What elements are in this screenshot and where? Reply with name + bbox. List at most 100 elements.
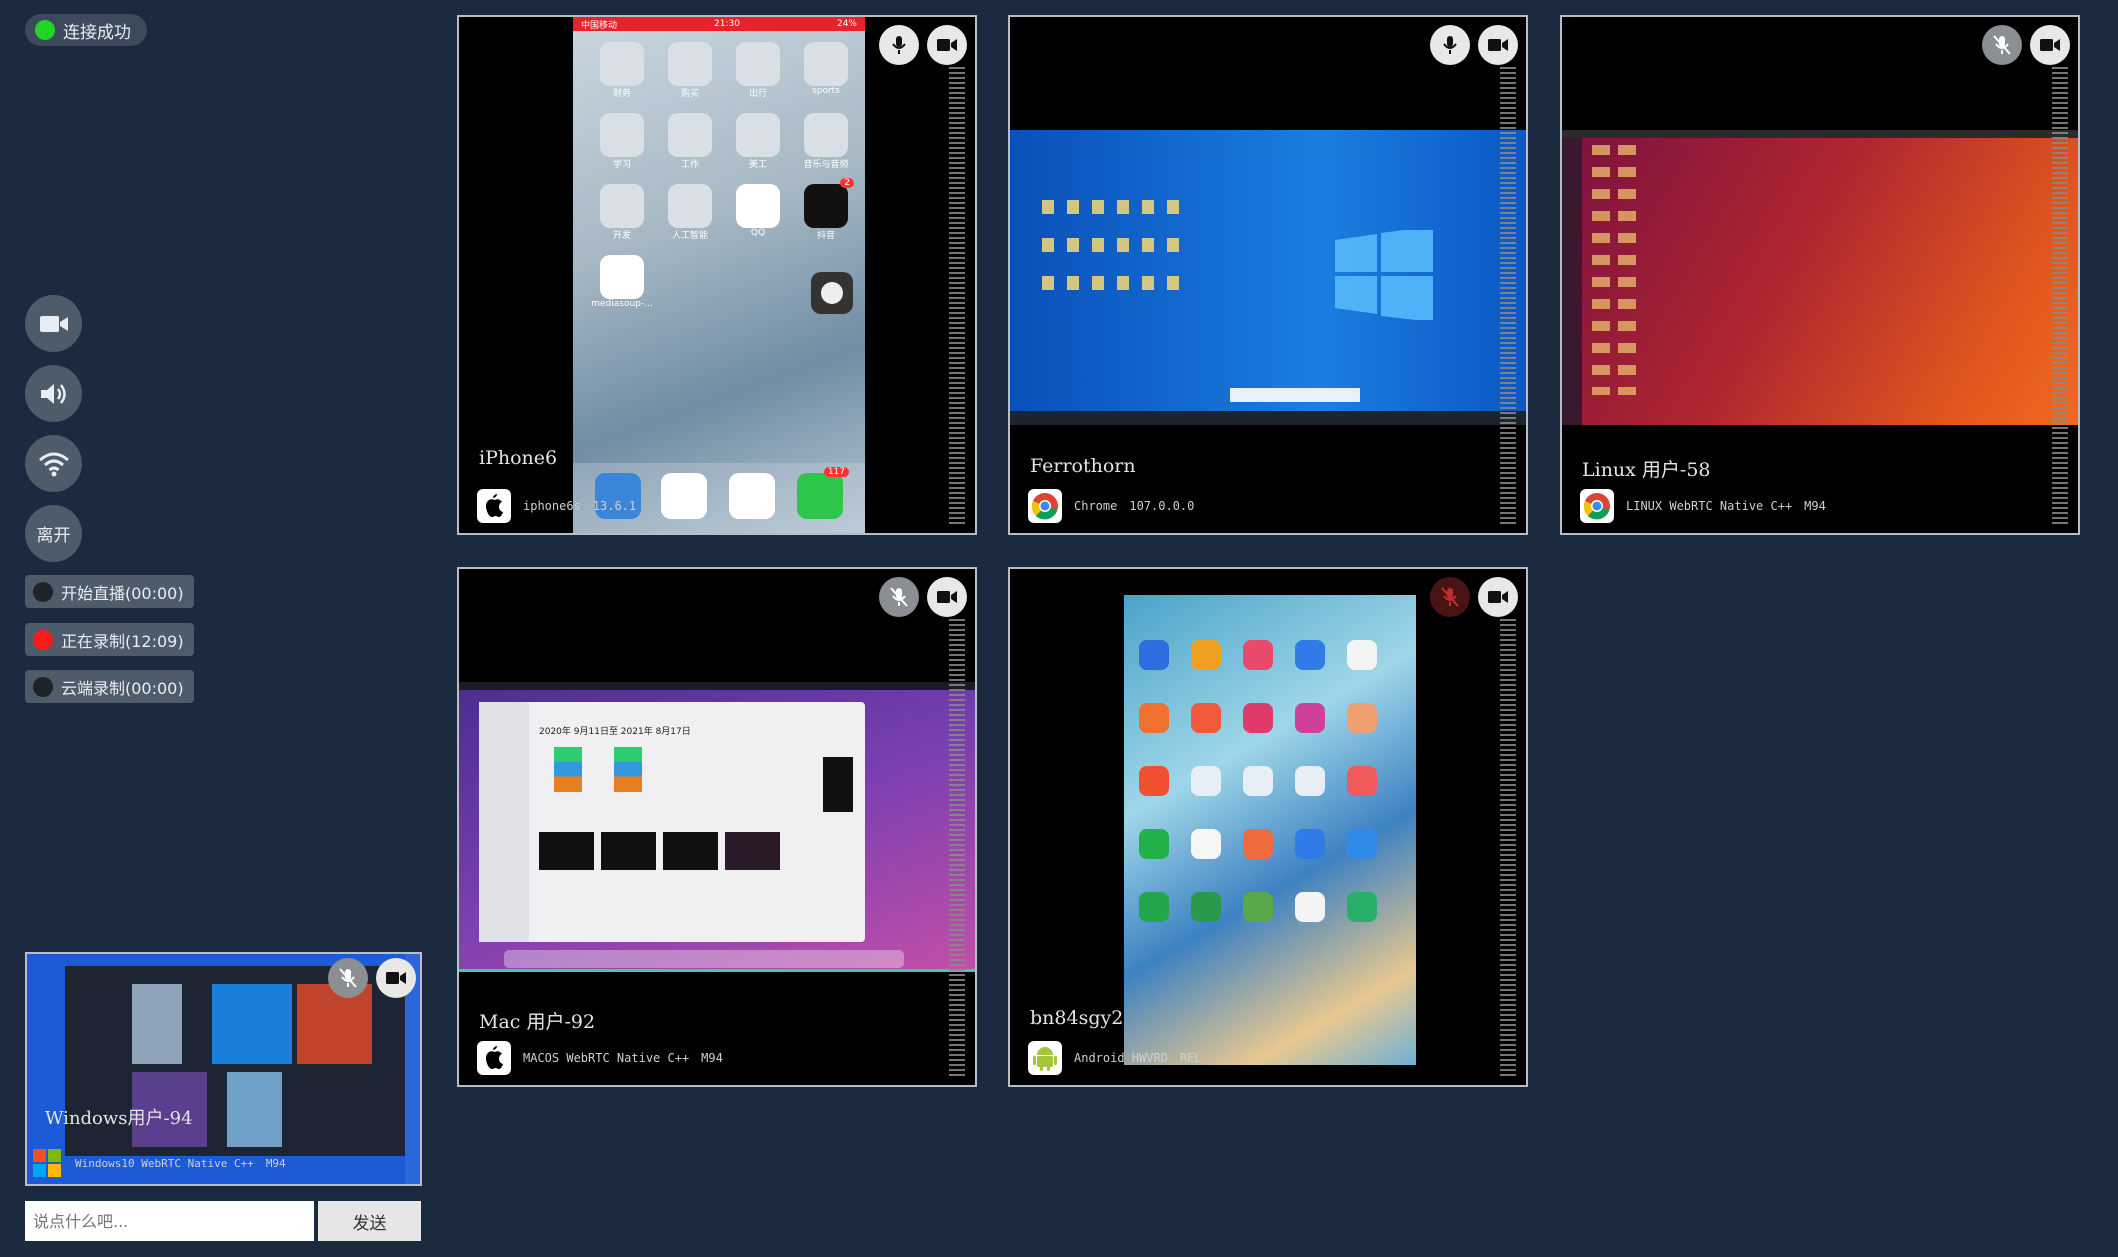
wifi-icon	[38, 452, 69, 476]
remote-user-name: Linux 用户-58	[1582, 459, 1711, 481]
mic-button[interactable]	[879, 25, 919, 65]
leave-button[interactable]: 离开	[25, 505, 82, 562]
recording-button[interactable]: 正在录制(12:09)	[25, 623, 194, 656]
network-status-button[interactable]	[25, 435, 82, 492]
android-tablet-screen	[1124, 595, 1416, 1065]
remote-user-name: bn84sgy2	[1030, 1007, 1124, 1029]
tile-controls	[1430, 577, 1518, 617]
camera-button[interactable]	[1478, 25, 1518, 65]
mediasoup-app-icon: mediasoup-...	[588, 255, 656, 309]
remote-user-name: Ferrothorn	[1030, 455, 1136, 477]
remote-meta: Chrome 107.0.0.0	[1028, 489, 1194, 523]
recording-indicator	[33, 629, 53, 650]
mic-off-icon	[339, 968, 357, 988]
tile-controls	[879, 25, 967, 65]
client-version: M94	[1804, 499, 1826, 513]
connection-status: 连接成功	[25, 14, 147, 46]
remote-video-tile-linux[interactable]: Linux 用户-58 LINUX WebRTC Native C++ M94	[1560, 15, 2080, 535]
recording-label: 正在录制(12:09)	[61, 631, 184, 651]
video-camera-icon	[937, 39, 957, 51]
camera-button[interactable]	[376, 958, 416, 998]
remote-user-name: Mac 用户-92	[479, 1011, 596, 1033]
iphone-version: 13.6.1	[592, 499, 637, 513]
assistive-touch-icon	[811, 272, 853, 314]
client-platform: LINUX WebRTC Native C++	[1626, 499, 1793, 513]
remote-meta: MACOS WebRTC Native C++ M94	[477, 1041, 723, 1075]
status-dot	[35, 20, 55, 40]
ubuntu-desktop-share	[1562, 130, 2078, 425]
camera-button[interactable]	[2030, 25, 2070, 65]
mac-app-window: 2020年 9月11日至 2021年 8月17日	[479, 702, 865, 942]
client-version: M94	[701, 1051, 723, 1065]
tile-scrollbar[interactable]	[1500, 619, 1516, 1077]
live-label: 开始直播(00:00)	[61, 583, 184, 603]
tile-controls	[1982, 25, 2070, 65]
remote-user-name: iPhone6	[479, 447, 558, 469]
douyin-app-icon: 2 抖音	[792, 178, 860, 241]
remote-meta: Android HWVRD REL	[1028, 1041, 1202, 1075]
cloud-record-label: 云端录制(00:00)	[61, 678, 184, 698]
tile-scrollbar[interactable]	[949, 619, 965, 1077]
speaker-icon	[40, 383, 66, 404]
mic-muted-button[interactable]	[1982, 25, 2022, 65]
mic-off-icon	[1441, 587, 1459, 607]
windows-desktop-share	[1010, 130, 1526, 425]
app-folder: 工作	[656, 113, 724, 170]
chat-input[interactable]	[25, 1201, 314, 1241]
android-icon	[1028, 1041, 1062, 1075]
app-folder: 音乐与音频	[792, 113, 860, 170]
client-platform: Android HWVRD	[1074, 1051, 1168, 1065]
local-meta: Windows10 WebRTC Native C++ M94	[31, 1146, 286, 1180]
mic-muted-button[interactable]	[328, 958, 368, 998]
cloud-record-indicator	[33, 676, 53, 697]
remote-video-tile-android[interactable]: bn84sgy2 Android HWVRD REL	[1008, 567, 1528, 1087]
start-live-button[interactable]: 开始直播(00:00)	[25, 575, 194, 608]
local-meta-version: M94	[265, 1156, 286, 1170]
iphone-model: iphone6s	[523, 499, 581, 513]
remote-video-tile-mac[interactable]: 2020年 9月11日至 2021年 8月17日 Mac 用户-92 MACOS…	[457, 567, 977, 1087]
local-controls	[328, 958, 416, 998]
chrome-icon	[1028, 489, 1062, 523]
remote-video-tile-iphone[interactable]: 中国移动 21:30 24% 财务 购买 出行 sports 学习 工作 美工 …	[457, 15, 977, 535]
chrome-icon	[1580, 489, 1614, 523]
mic-button[interactable]	[1430, 25, 1470, 65]
client-platform: MACOS WebRTC Native C++	[523, 1051, 690, 1065]
browser-name: Chrome	[1074, 499, 1118, 513]
cloud-record-button[interactable]: 云端录制(00:00)	[25, 670, 194, 703]
apple-icon	[477, 489, 511, 523]
camera-button[interactable]	[927, 577, 967, 617]
mac-desktop-share: 2020年 9月11日至 2021年 8月17日	[459, 682, 975, 972]
remote-meta: iphone6s 13.6.1	[477, 489, 636, 523]
app-folder: 美工	[724, 113, 792, 170]
mac-dock	[504, 950, 904, 968]
mic-muted-button[interactable]	[879, 577, 919, 617]
iphone-app-grid: 财务 购买 出行 sports 学习 工作 美工 音乐与音频 开发 人工智能 Q…	[588, 42, 858, 309]
mic-icon	[892, 36, 906, 54]
tile-scrollbar[interactable]	[1500, 67, 1516, 525]
tile-scrollbar[interactable]	[2052, 67, 2068, 525]
remote-video-tile-ferrothorn[interactable]: Ferrothorn Chrome 107.0.0.0	[1008, 15, 1528, 535]
camera-button[interactable]	[1478, 577, 1518, 617]
windows-logo	[1335, 230, 1433, 320]
camera-toggle-button[interactable]	[25, 295, 82, 352]
app-folder: 开发	[588, 184, 656, 241]
iphone-status-bar: 中国移动 21:30 24%	[573, 17, 865, 31]
send-button[interactable]: 发送	[318, 1201, 421, 1241]
local-video-tile[interactable]: Windows用户-94 Windows10 WebRTC Native C++…	[25, 952, 422, 1186]
video-camera-icon	[386, 972, 406, 984]
client-version: REL	[1179, 1051, 1202, 1065]
app-folder: sports	[792, 42, 860, 99]
app-folder: 学习	[588, 113, 656, 170]
video-camera-icon	[937, 591, 957, 603]
video-camera-icon	[1488, 591, 1508, 603]
mic-muted-button[interactable]	[1430, 577, 1470, 617]
app-folder: 财务	[588, 42, 656, 99]
windows-icon	[31, 1147, 63, 1179]
video-camera-icon	[1488, 39, 1508, 51]
camera-button[interactable]	[927, 25, 967, 65]
mic-off-icon	[890, 587, 908, 607]
speaker-toggle-button[interactable]	[25, 365, 82, 422]
local-meta-platform: Windows10 WebRTC Native C++	[75, 1156, 254, 1170]
apple-icon	[477, 1041, 511, 1075]
tile-scrollbar[interactable]	[949, 67, 965, 525]
